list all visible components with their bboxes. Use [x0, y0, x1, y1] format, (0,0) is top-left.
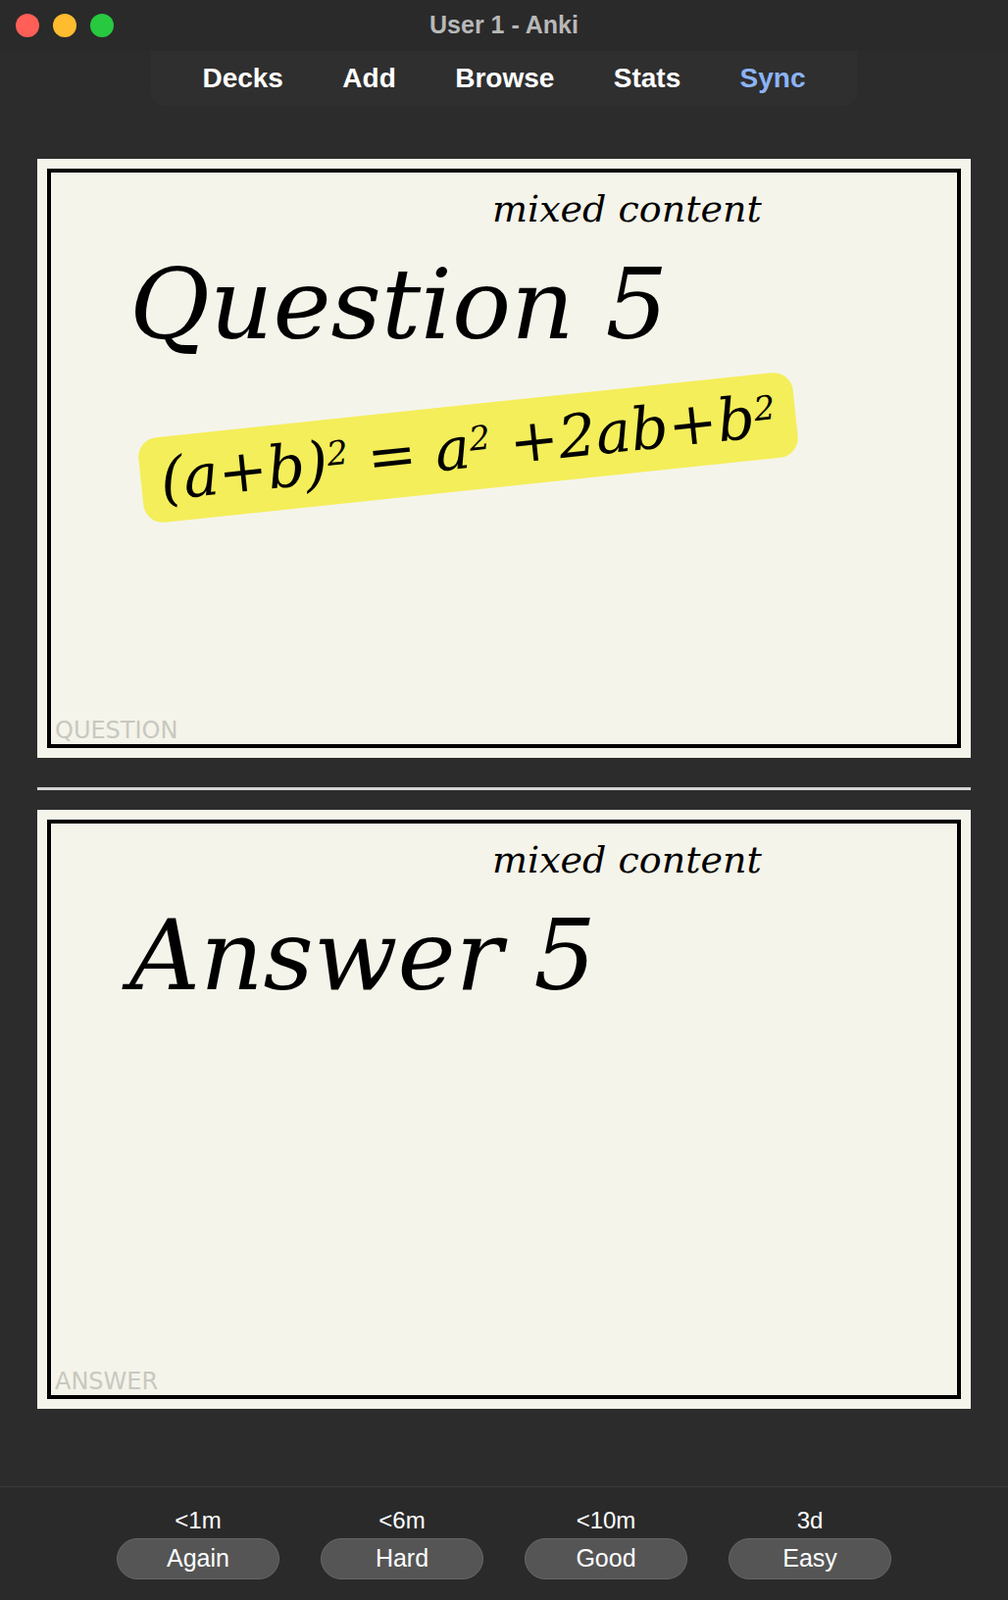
toolbar-item[interactable]: Stats	[605, 57, 689, 100]
card-watermark: ANSWER	[54, 1369, 958, 1394]
toolbar-item[interactable]: Browse	[447, 57, 562, 100]
interval-label: <6m	[378, 1509, 425, 1533]
toolbar: Decks Add Browse Stats Sync	[151, 50, 857, 106]
title-bar: User 1 - Anki	[0, 0, 1008, 51]
toolbar-item[interactable]: Sync	[732, 57, 814, 100]
divider	[37, 787, 971, 791]
card-note: mixed content	[492, 837, 958, 885]
interval-label: 3d	[797, 1509, 824, 1533]
answer-button[interactable]: Easy	[728, 1538, 892, 1580]
answer-button[interactable]: Hard	[320, 1538, 484, 1580]
answer-bar: <1m Again <6m Hard <10m Good 3d Easy	[0, 1486, 1008, 1600]
toolbar-item[interactable]: Add	[334, 57, 404, 100]
traffic-lights-icon[interactable]	[13, 11, 116, 40]
anki-window: User 1 - Anki Decks Add Browse Stats Sync mixe…	[0, 0, 1008, 1600]
interval-label: <1m	[174, 1509, 221, 1533]
answer-button[interactable]: Again	[116, 1538, 280, 1580]
equation: (a+b)2 = a2 +2ab+b2	[136, 370, 800, 525]
answer-button[interactable]: Good	[524, 1538, 688, 1580]
card-note: mixed content	[492, 186, 958, 234]
interval-label: <10m	[576, 1509, 637, 1533]
window-title: User 1 - Anki	[429, 6, 579, 45]
card-watermark: QUESTION	[54, 718, 958, 743]
card-heading: Question 5	[129, 243, 958, 366]
answer-card: mixed content Answer 5 ANSWER	[37, 809, 971, 1410]
card-heading: Answer 5	[129, 894, 958, 1017]
question-card: mixed content Question 5(a+b)2 = a2 +2ab+…	[37, 158, 971, 758]
toolbar-item[interactable]: Decks	[194, 57, 292, 100]
